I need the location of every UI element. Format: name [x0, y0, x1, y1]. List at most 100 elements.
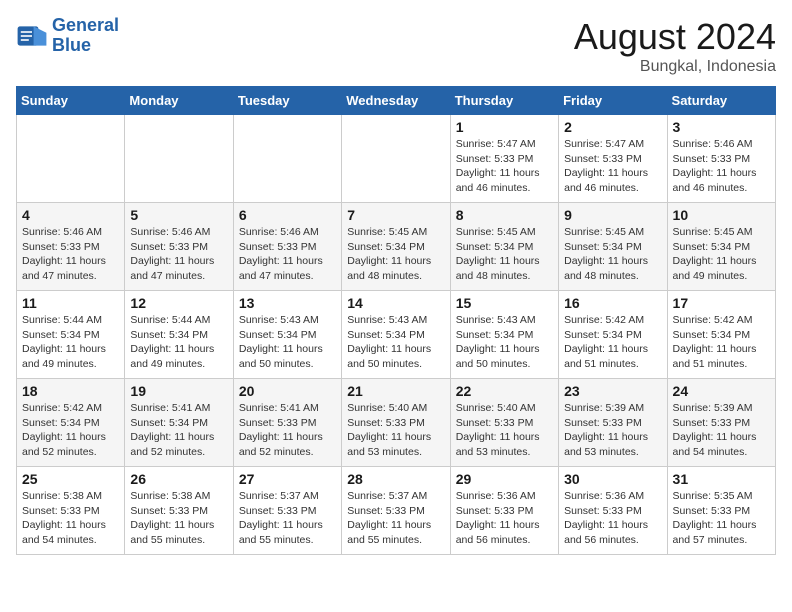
day-info: Sunrise: 5:42 AM Sunset: 5:34 PM Dayligh… — [22, 401, 119, 460]
day-info: Sunrise: 5:40 AM Sunset: 5:33 PM Dayligh… — [456, 401, 553, 460]
calendar-week-4: 18 Sunrise: 5:42 AM Sunset: 5:34 PM Dayli… — [17, 379, 776, 467]
day-info: Sunrise: 5:45 AM Sunset: 5:34 PM Dayligh… — [456, 225, 553, 284]
weekday-header-sunday: Sunday — [17, 87, 125, 115]
day-number: 29 — [456, 471, 553, 487]
day-info: Sunrise: 5:46 AM Sunset: 5:33 PM Dayligh… — [239, 225, 336, 284]
calendar-cell: 8 Sunrise: 5:45 AM Sunset: 5:34 PM Daylig… — [450, 203, 558, 291]
day-number: 19 — [130, 383, 227, 399]
logo: General Blue — [16, 16, 119, 56]
calendar-cell: 21Sunrise: 5:40 AM Sunset: 5:33 PM Dayli… — [342, 379, 450, 467]
day-info: Sunrise: 5:38 AM Sunset: 5:33 PM Dayligh… — [22, 489, 119, 548]
day-number: 14 — [347, 295, 444, 311]
day-info: Sunrise: 5:40 AM Sunset: 5:33 PM Dayligh… — [347, 401, 444, 460]
calendar-cell — [342, 115, 450, 203]
calendar-cell: 17Sunrise: 5:42 AM Sunset: 5:34 PM Dayli… — [667, 291, 775, 379]
day-info: Sunrise: 5:37 AM Sunset: 5:33 PM Dayligh… — [239, 489, 336, 548]
day-number: 28 — [347, 471, 444, 487]
day-number: 3 — [673, 119, 770, 135]
day-info: Sunrise: 5:38 AM Sunset: 5:33 PM Dayligh… — [130, 489, 227, 548]
calendar-cell: 25 Sunrise: 5:38 AM Sunset: 5:33 PM Dayli… — [17, 467, 125, 555]
day-info: Sunrise: 5:47 AM Sunset: 5:33 PM Dayligh… — [456, 137, 553, 196]
day-number: 1 — [456, 119, 553, 135]
day-info: Sunrise: 5:43 AM Sunset: 5:34 PM Dayligh… — [456, 313, 553, 372]
calendar-cell: 27 Sunrise: 5:37 AM Sunset: 5:33 PM Dayli… — [233, 467, 341, 555]
calendar-cell: 22Sunrise: 5:40 AM Sunset: 5:33 PM Dayli… — [450, 379, 558, 467]
calendar-cell: 7 Sunrise: 5:45 AM Sunset: 5:34 PM Daylig… — [342, 203, 450, 291]
day-info: Sunrise: 5:45 AM Sunset: 5:34 PM Dayligh… — [673, 225, 770, 284]
weekday-header-saturday: Saturday — [667, 87, 775, 115]
day-number: 31 — [673, 471, 770, 487]
calendar-cell: 4Sunrise: 5:46 AM Sunset: 5:33 PM Daylig… — [17, 203, 125, 291]
day-info: Sunrise: 5:45 AM Sunset: 5:34 PM Dayligh… — [564, 225, 661, 284]
day-number: 7 — [347, 207, 444, 223]
day-number: 10 — [673, 207, 770, 223]
day-number: 6 — [239, 207, 336, 223]
day-info: Sunrise: 5:36 AM Sunset: 5:33 PM Dayligh… — [456, 489, 553, 548]
logo-line1: General — [52, 15, 119, 35]
day-info: Sunrise: 5:44 AM Sunset: 5:34 PM Dayligh… — [130, 313, 227, 372]
calendar-week-5: 25 Sunrise: 5:38 AM Sunset: 5:33 PM Dayli… — [17, 467, 776, 555]
day-info: Sunrise: 5:46 AM Sunset: 5:33 PM Dayligh… — [673, 137, 770, 196]
calendar-week-1: 1 Sunrise: 5:47 AM Sunset: 5:33 PM Daylig… — [17, 115, 776, 203]
day-info: Sunrise: 5:36 AM Sunset: 5:33 PM Dayligh… — [564, 489, 661, 548]
day-number: 11 — [22, 295, 119, 311]
calendar-cell: 11 Sunrise: 5:44 AM Sunset: 5:34 PM Dayli… — [17, 291, 125, 379]
day-number: 9 — [564, 207, 661, 223]
day-number: 12 — [130, 295, 227, 311]
calendar-cell: 1 Sunrise: 5:47 AM Sunset: 5:33 PM Daylig… — [450, 115, 558, 203]
day-number: 27 — [239, 471, 336, 487]
calendar-cell: 10 Sunrise: 5:45 AM Sunset: 5:34 PM Dayli… — [667, 203, 775, 291]
calendar-cell: 31Sunrise: 5:35 AM Sunset: 5:33 PM Dayli… — [667, 467, 775, 555]
calendar-cell: 2Sunrise: 5:47 AM Sunset: 5:33 PM Daylig… — [559, 115, 667, 203]
day-number: 16 — [564, 295, 661, 311]
calendar-cell: 23Sunrise: 5:39 AM Sunset: 5:33 PM Dayli… — [559, 379, 667, 467]
calendar-cell: 3 Sunrise: 5:46 AM Sunset: 5:33 PM Daylig… — [667, 115, 775, 203]
logo-text: General Blue — [52, 16, 119, 56]
calendar-cell: 29 Sunrise: 5:36 AM Sunset: 5:33 PM Dayli… — [450, 467, 558, 555]
day-number: 15 — [456, 295, 553, 311]
day-info: Sunrise: 5:41 AM Sunset: 5:33 PM Dayligh… — [239, 401, 336, 460]
calendar-cell — [125, 115, 233, 203]
day-info: Sunrise: 5:46 AM Sunset: 5:33 PM Dayligh… — [130, 225, 227, 284]
calendar-title: August 2024 — [574, 16, 776, 58]
calendar-cell: 16 Sunrise: 5:42 AM Sunset: 5:34 PM Dayli… — [559, 291, 667, 379]
day-info: Sunrise: 5:43 AM Sunset: 5:34 PM Dayligh… — [239, 313, 336, 372]
day-number: 8 — [456, 207, 553, 223]
day-number: 5 — [130, 207, 227, 223]
calendar-cell: 9 Sunrise: 5:45 AM Sunset: 5:34 PM Daylig… — [559, 203, 667, 291]
calendar-cell: 30Sunrise: 5:36 AM Sunset: 5:33 PM Dayli… — [559, 467, 667, 555]
calendar-cell: 18 Sunrise: 5:42 AM Sunset: 5:34 PM Dayli… — [17, 379, 125, 467]
logo-icon — [16, 20, 48, 52]
calendar-cell: 26 Sunrise: 5:38 AM Sunset: 5:33 PM Dayli… — [125, 467, 233, 555]
calendar-table: SundayMondayTuesdayWednesdayThursdayFrid… — [16, 86, 776, 555]
day-number: 26 — [130, 471, 227, 487]
calendar-cell: 12 Sunrise: 5:44 AM Sunset: 5:34 PM Dayli… — [125, 291, 233, 379]
page-header: General Blue August 2024 Bungkal, Indone… — [16, 16, 776, 76]
calendar-subtitle: Bungkal, Indonesia — [574, 58, 776, 76]
day-number: 25 — [22, 471, 119, 487]
day-info: Sunrise: 5:42 AM Sunset: 5:34 PM Dayligh… — [564, 313, 661, 372]
calendar-cell: 5 Sunrise: 5:46 AM Sunset: 5:33 PM Daylig… — [125, 203, 233, 291]
calendar-cell: 28Sunrise: 5:37 AM Sunset: 5:33 PM Dayli… — [342, 467, 450, 555]
weekday-header-wednesday: Wednesday — [342, 87, 450, 115]
day-info: Sunrise: 5:39 AM Sunset: 5:33 PM Dayligh… — [673, 401, 770, 460]
title-block: August 2024 Bungkal, Indonesia — [574, 16, 776, 76]
day-info: Sunrise: 5:45 AM Sunset: 5:34 PM Dayligh… — [347, 225, 444, 284]
day-info: Sunrise: 5:47 AM Sunset: 5:33 PM Dayligh… — [564, 137, 661, 196]
day-info: Sunrise: 5:43 AM Sunset: 5:34 PM Dayligh… — [347, 313, 444, 372]
calendar-cell: 24 Sunrise: 5:39 AM Sunset: 5:33 PM Dayli… — [667, 379, 775, 467]
weekday-header-monday: Monday — [125, 87, 233, 115]
calendar-cell: 14 Sunrise: 5:43 AM Sunset: 5:34 PM Dayli… — [342, 291, 450, 379]
calendar-week-2: 4Sunrise: 5:46 AM Sunset: 5:33 PM Daylig… — [17, 203, 776, 291]
weekday-header-row: SundayMondayTuesdayWednesdayThursdayFrid… — [17, 87, 776, 115]
day-number: 23 — [564, 383, 661, 399]
calendar-cell — [17, 115, 125, 203]
day-number: 18 — [22, 383, 119, 399]
day-number: 20 — [239, 383, 336, 399]
calendar-week-3: 11 Sunrise: 5:44 AM Sunset: 5:34 PM Dayli… — [17, 291, 776, 379]
day-info: Sunrise: 5:41 AM Sunset: 5:34 PM Dayligh… — [130, 401, 227, 460]
day-number: 24 — [673, 383, 770, 399]
day-number: 17 — [673, 295, 770, 311]
day-info: Sunrise: 5:44 AM Sunset: 5:34 PM Dayligh… — [22, 313, 119, 372]
weekday-header-friday: Friday — [559, 87, 667, 115]
